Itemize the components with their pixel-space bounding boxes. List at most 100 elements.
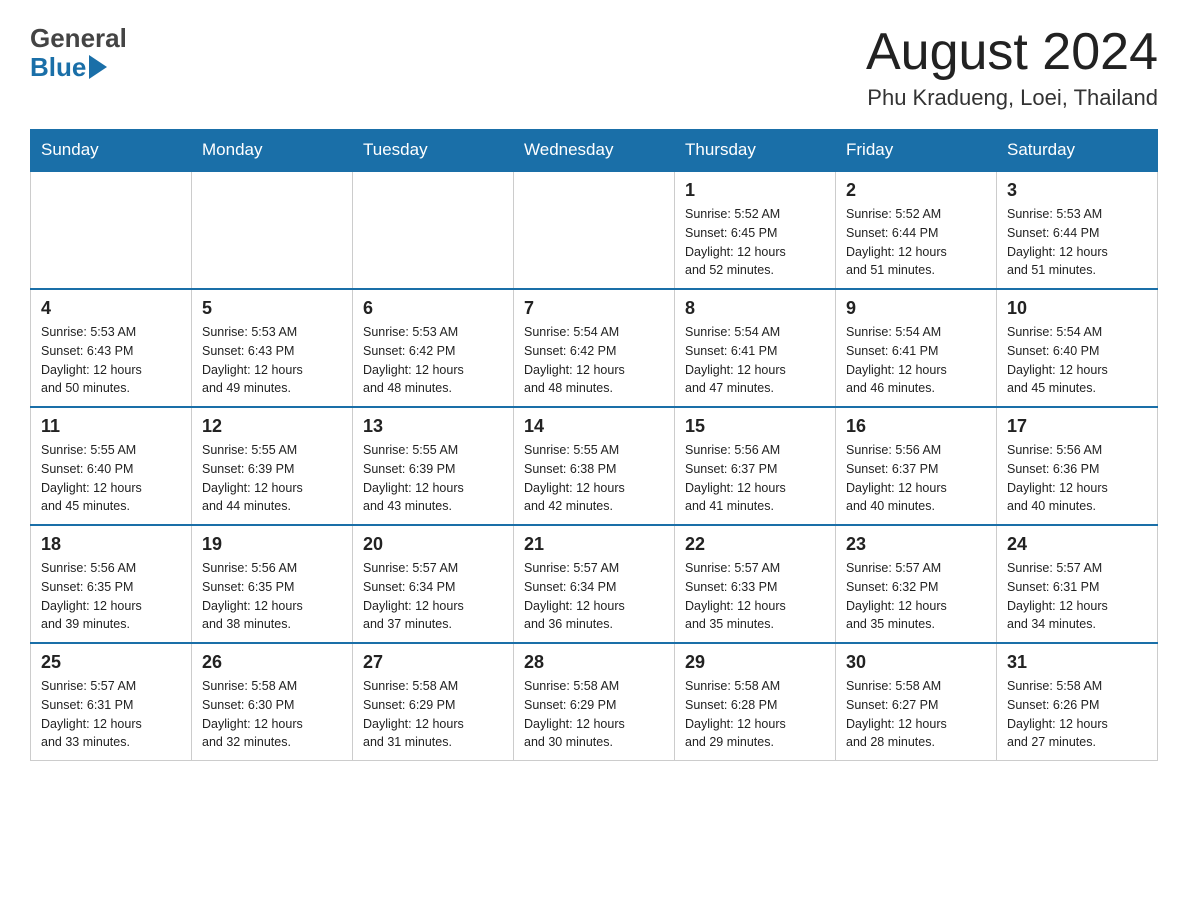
day-info: Sunrise: 5:54 AMSunset: 6:42 PMDaylight:… [524, 323, 664, 398]
day-number: 4 [41, 298, 181, 319]
day-number: 23 [846, 534, 986, 555]
day-number: 22 [685, 534, 825, 555]
day-info: Sunrise: 5:56 AMSunset: 6:35 PMDaylight:… [41, 559, 181, 634]
calendar-table: Sunday Monday Tuesday Wednesday Thursday… [30, 129, 1158, 761]
day-info: Sunrise: 5:58 AMSunset: 6:27 PMDaylight:… [846, 677, 986, 752]
header-tuesday: Tuesday [353, 130, 514, 172]
day-number: 2 [846, 180, 986, 201]
calendar-cell: 17 Sunrise: 5:56 AMSunset: 6:36 PMDayligh… [997, 407, 1158, 525]
day-number: 30 [846, 652, 986, 673]
day-info: Sunrise: 5:58 AMSunset: 6:30 PMDaylight:… [202, 677, 342, 752]
calendar-cell: 8Sunrise: 5:54 AMSunset: 6:41 PMDaylight… [675, 289, 836, 407]
day-info: Sunrise: 5:54 AMSunset: 6:40 PMDaylight:… [1007, 323, 1147, 398]
calendar-cell: 6 Sunrise: 5:53 AMSunset: 6:42 PMDaylight… [353, 289, 514, 407]
calendar-cell: 21 Sunrise: 5:57 AMSunset: 6:34 PMDayligh… [514, 525, 675, 643]
header-wednesday: Wednesday [514, 130, 675, 172]
day-info: Sunrise: 5:53 AMSunset: 6:43 PMDaylight:… [41, 323, 181, 398]
day-number: 18 [41, 534, 181, 555]
calendar-cell: 24 Sunrise: 5:57 AMSunset: 6:31 PMDayligh… [997, 525, 1158, 643]
day-number: 8 [685, 298, 825, 319]
day-info: Sunrise: 5:58 AMSunset: 6:26 PMDaylight:… [1007, 677, 1147, 752]
location-title: Phu Kradueng, Loei, Thailand [866, 85, 1158, 111]
calendar-cell: 1 Sunrise: 5:52 AMSunset: 6:45 PMDaylight… [675, 171, 836, 289]
calendar-cell: 25 Sunrise: 5:57 AMSunset: 6:31 PMDayligh… [31, 643, 192, 761]
day-info: Sunrise: 5:58 AMSunset: 6:29 PMDaylight:… [524, 677, 664, 752]
day-number: 6 [363, 298, 503, 319]
day-number: 17 [1007, 416, 1147, 437]
day-info: Sunrise: 5:56 AMSunset: 6:35 PMDaylight:… [202, 559, 342, 634]
day-number: 12 [202, 416, 342, 437]
day-number: 21 [524, 534, 664, 555]
week-row-0: 1 Sunrise: 5:52 AMSunset: 6:45 PMDaylight… [31, 171, 1158, 289]
day-number: 19 [202, 534, 342, 555]
calendar-cell: 16Sunrise: 5:56 AMSunset: 6:37 PMDayligh… [836, 407, 997, 525]
day-number: 3 [1007, 180, 1147, 201]
day-info: Sunrise: 5:55 AMSunset: 6:40 PMDaylight:… [41, 441, 181, 516]
day-number: 13 [363, 416, 503, 437]
day-info: Sunrise: 5:57 AMSunset: 6:31 PMDaylight:… [41, 677, 181, 752]
day-number: 26 [202, 652, 342, 673]
header-saturday: Saturday [997, 130, 1158, 172]
calendar-cell: 31 Sunrise: 5:58 AMSunset: 6:26 PMDayligh… [997, 643, 1158, 761]
day-info: Sunrise: 5:57 AMSunset: 6:31 PMDaylight:… [1007, 559, 1147, 634]
day-number: 11 [41, 416, 181, 437]
day-number: 25 [41, 652, 181, 673]
calendar-cell: 19 Sunrise: 5:56 AMSunset: 6:35 PMDayligh… [192, 525, 353, 643]
calendar-cell [31, 171, 192, 289]
days-header-row: Sunday Monday Tuesday Wednesday Thursday… [31, 130, 1158, 172]
day-number: 20 [363, 534, 503, 555]
day-info: Sunrise: 5:56 AMSunset: 6:36 PMDaylight:… [1007, 441, 1147, 516]
day-number: 28 [524, 652, 664, 673]
day-number: 1 [685, 180, 825, 201]
week-row-4: 25 Sunrise: 5:57 AMSunset: 6:31 PMDayligh… [31, 643, 1158, 761]
calendar-cell: 22 Sunrise: 5:57 AMSunset: 6:33 PMDayligh… [675, 525, 836, 643]
calendar-cell: 28 Sunrise: 5:58 AMSunset: 6:29 PMDayligh… [514, 643, 675, 761]
calendar-cell: 2 Sunrise: 5:52 AMSunset: 6:44 PMDaylight… [836, 171, 997, 289]
header-monday: Monday [192, 130, 353, 172]
header-friday: Friday [836, 130, 997, 172]
calendar-cell: 13 Sunrise: 5:55 AMSunset: 6:39 PMDayligh… [353, 407, 514, 525]
calendar-cell: 18 Sunrise: 5:56 AMSunset: 6:35 PMDayligh… [31, 525, 192, 643]
page-header: General Blue August 2024 Phu Kradueng, L… [30, 24, 1158, 111]
day-info: Sunrise: 5:56 AMSunset: 6:37 PMDaylight:… [846, 441, 986, 516]
calendar-cell: 26 Sunrise: 5:58 AMSunset: 6:30 PMDayligh… [192, 643, 353, 761]
calendar-cell: 10Sunrise: 5:54 AMSunset: 6:40 PMDayligh… [997, 289, 1158, 407]
day-info: Sunrise: 5:57 AMSunset: 6:34 PMDaylight:… [363, 559, 503, 634]
logo-blue-text: Blue [30, 53, 86, 82]
day-number: 9 [846, 298, 986, 319]
calendar-cell: 15Sunrise: 5:56 AMSunset: 6:37 PMDayligh… [675, 407, 836, 525]
day-info: Sunrise: 5:52 AMSunset: 6:45 PMDaylight:… [685, 205, 825, 280]
calendar-cell: 23 Sunrise: 5:57 AMSunset: 6:32 PMDayligh… [836, 525, 997, 643]
header-sunday: Sunday [31, 130, 192, 172]
calendar-cell: 4 Sunrise: 5:53 AMSunset: 6:43 PMDaylight… [31, 289, 192, 407]
day-info: Sunrise: 5:58 AMSunset: 6:28 PMDaylight:… [685, 677, 825, 752]
calendar-cell: 20 Sunrise: 5:57 AMSunset: 6:34 PMDayligh… [353, 525, 514, 643]
day-info: Sunrise: 5:53 AMSunset: 6:44 PMDaylight:… [1007, 205, 1147, 280]
title-area: August 2024 Phu Kradueng, Loei, Thailand [866, 24, 1158, 111]
day-info: Sunrise: 5:55 AMSunset: 6:38 PMDaylight:… [524, 441, 664, 516]
day-number: 5 [202, 298, 342, 319]
day-info: Sunrise: 5:53 AMSunset: 6:42 PMDaylight:… [363, 323, 503, 398]
logo: General Blue [30, 24, 127, 81]
day-info: Sunrise: 5:55 AMSunset: 6:39 PMDaylight:… [363, 441, 503, 516]
day-number: 15 [685, 416, 825, 437]
header-thursday: Thursday [675, 130, 836, 172]
calendar-cell: 5Sunrise: 5:53 AMSunset: 6:43 PMDaylight… [192, 289, 353, 407]
day-info: Sunrise: 5:57 AMSunset: 6:32 PMDaylight:… [846, 559, 986, 634]
day-info: Sunrise: 5:54 AMSunset: 6:41 PMDaylight:… [846, 323, 986, 398]
day-info: Sunrise: 5:57 AMSunset: 6:33 PMDaylight:… [685, 559, 825, 634]
calendar-cell [514, 171, 675, 289]
day-number: 7 [524, 298, 664, 319]
calendar-cell: 3 Sunrise: 5:53 AMSunset: 6:44 PMDaylight… [997, 171, 1158, 289]
calendar-cell: 29Sunrise: 5:58 AMSunset: 6:28 PMDayligh… [675, 643, 836, 761]
calendar-cell: 27Sunrise: 5:58 AMSunset: 6:29 PMDayligh… [353, 643, 514, 761]
day-info: Sunrise: 5:52 AMSunset: 6:44 PMDaylight:… [846, 205, 986, 280]
calendar-cell: 14 Sunrise: 5:55 AMSunset: 6:38 PMDayligh… [514, 407, 675, 525]
logo-arrow-icon [89, 55, 107, 79]
day-number: 14 [524, 416, 664, 437]
day-info: Sunrise: 5:57 AMSunset: 6:34 PMDaylight:… [524, 559, 664, 634]
day-number: 31 [1007, 652, 1147, 673]
day-number: 24 [1007, 534, 1147, 555]
calendar-cell: 30 Sunrise: 5:58 AMSunset: 6:27 PMDayligh… [836, 643, 997, 761]
day-info: Sunrise: 5:55 AMSunset: 6:39 PMDaylight:… [202, 441, 342, 516]
